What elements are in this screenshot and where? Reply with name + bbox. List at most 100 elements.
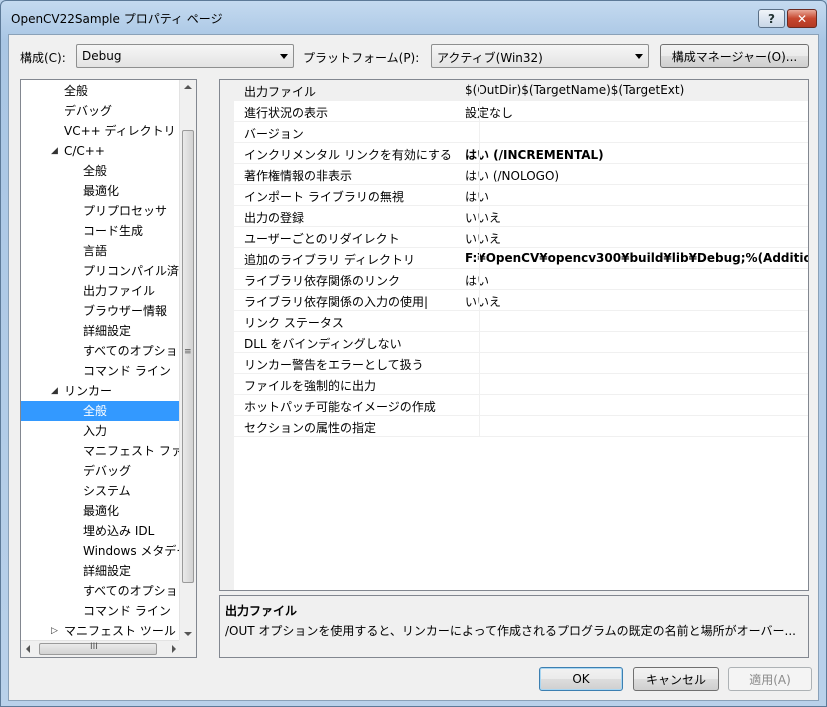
tree-item[interactable]: コマンド ライン xyxy=(21,361,186,381)
property-value[interactable]: F:¥OpenCV¥opencv300¥build¥lib¥Debug;%(Ad… xyxy=(465,251,808,265)
platform-value: アクティブ(Win32) xyxy=(437,51,543,65)
property-row[interactable]: 出力ファイル $(OutDir)$(TargetName)$(TargetExt) xyxy=(234,80,808,101)
tree-hscroll-thumb[interactable]: III xyxy=(39,642,157,655)
property-row[interactable]: ライブラリ依存関係の入力の使用| いいえ xyxy=(234,290,808,311)
property-row[interactable]: ホットパッチ可能なイメージの作成 xyxy=(234,395,808,416)
collapse-arrow-icon[interactable]: ◢ xyxy=(51,141,58,161)
close-button[interactable]: ✕ xyxy=(787,9,817,28)
close-icon: ✕ xyxy=(796,11,808,26)
scroll-down-icon[interactable] xyxy=(184,632,192,636)
description-panel: 出力ファイル /OUT オプションを使用すると、リンカーによって作成されるプログ… xyxy=(219,595,809,658)
property-row[interactable]: インクリメンタル リンクを有効にする はい (/INCREMENTAL) xyxy=(234,143,808,164)
category-tree[interactable]: 全般 デバッグ VC++ ディレクトリ ◢ C/C++ 全般 最適化 プリプロセッサ コード生成… xyxy=(20,79,197,658)
tree-item[interactable]: 詳細設定 xyxy=(21,321,186,341)
property-row[interactable]: 追加のライブラリ ディレクトリ F:¥OpenCV¥opencv300¥build… xyxy=(234,248,808,269)
description-text: /OUT オプションを使用すると、リンカーによって作成されるプログラムの既定の名… xyxy=(225,624,796,638)
tree-item[interactable]: システム xyxy=(21,481,186,501)
tree-item[interactable]: 最適化 xyxy=(21,181,186,201)
tree-item[interactable]: コード生成 xyxy=(21,221,186,241)
collapse-arrow-icon[interactable]: ◢ xyxy=(51,381,58,401)
property-row[interactable]: リンカー警告をエラーとして扱う xyxy=(234,353,808,374)
property-row[interactable]: ファイルを強制的に出力 xyxy=(234,374,808,395)
property-row[interactable]: 進行状況の表示 設定なし xyxy=(234,101,808,122)
tree-item[interactable]: デバッグ xyxy=(21,101,186,121)
grip-icon: ≡ xyxy=(184,347,192,357)
property-value[interactable]: いいえ xyxy=(465,209,501,226)
tree-item[interactable]: Windows メタデータ xyxy=(21,541,196,561)
tree-item-label: 言語 xyxy=(83,244,108,258)
config-combo[interactable]: Debug xyxy=(76,44,294,68)
property-name: ユーザーごとのリダイレクト xyxy=(244,232,400,246)
title-bar[interactable]: OpenCV22Sample プロパティ ページ ? ✕ xyxy=(1,1,826,33)
property-row[interactable]: インポート ライブラリの無視 はい xyxy=(234,185,808,206)
tree-vertical-scrollbar[interactable]: ≡ xyxy=(179,80,196,641)
property-value[interactable]: 設定なし xyxy=(465,104,513,121)
apply-button[interactable]: 適用(A) xyxy=(728,667,812,691)
tree-vscroll-thumb[interactable]: ≡ xyxy=(182,130,194,583)
property-row[interactable]: 著作権情報の非表示 はい (/NOLOGO) xyxy=(234,164,808,185)
property-name: 追加のライブラリ ディレクトリ xyxy=(244,253,415,267)
tree-item[interactable]: プリコンパイル済み xyxy=(21,261,191,281)
property-name: DLL をバインディングしない xyxy=(244,337,402,351)
tree-item[interactable]: 全般 xyxy=(21,161,186,181)
platform-combo[interactable]: アクティブ(Win32) xyxy=(431,44,649,68)
property-name: 著作権情報の非表示 xyxy=(244,169,353,183)
property-grid[interactable]: 出力ファイル $(OutDir)$(TargetName)$(TargetExt)… xyxy=(219,79,809,591)
tree-item[interactable]: プリプロセッサ xyxy=(21,201,186,221)
tree-item[interactable]: 出力ファイル xyxy=(21,281,186,301)
tree-item[interactable]: 入力 xyxy=(21,421,186,441)
tree-item[interactable]: 全般 xyxy=(21,81,186,101)
tree-item-label: すべてのオプション xyxy=(83,344,190,358)
tree-item[interactable]: 言語 xyxy=(21,241,186,261)
cancel-button[interactable]: キャンセル xyxy=(633,667,719,691)
property-name: リンク ステータス xyxy=(244,316,344,330)
tree-item-label: プリコンパイル済み xyxy=(83,264,192,278)
tree-item[interactable]: 最適化 xyxy=(21,501,186,521)
chevron-down-icon xyxy=(280,54,288,59)
config-value: Debug xyxy=(82,49,122,63)
help-button[interactable]: ? xyxy=(758,9,785,28)
property-value[interactable]: $(OutDir)$(TargetName)$(TargetExt) xyxy=(465,83,684,97)
grid-gutter xyxy=(220,80,234,590)
scroll-up-icon[interactable] xyxy=(184,85,192,89)
property-value[interactable]: はい xyxy=(465,272,489,289)
tree-item[interactable]: ◢ C/C++ xyxy=(21,141,186,161)
scroll-right-icon[interactable] xyxy=(172,645,176,653)
description-title: 出力ファイル xyxy=(225,604,298,618)
tree-horizontal-scrollbar[interactable]: III xyxy=(21,640,181,657)
property-row[interactable]: セクションの属性の指定 xyxy=(234,416,808,437)
property-row[interactable]: ライブラリ依存関係のリンク はい xyxy=(234,269,808,290)
tree-item[interactable]: ブラウザー情報 xyxy=(21,301,186,321)
property-value[interactable]: はい xyxy=(465,188,489,205)
expand-arrow-icon[interactable]: ▷ xyxy=(51,621,58,641)
scroll-left-icon[interactable] xyxy=(26,645,30,653)
column-splitter[interactable] xyxy=(479,80,480,436)
tree-item-label: 入力 xyxy=(83,424,108,438)
property-value[interactable]: いいえ xyxy=(465,293,501,310)
tree-item[interactable]: コマンド ライン xyxy=(21,601,186,621)
property-row[interactable]: ユーザーごとのリダイレクト いいえ xyxy=(234,227,808,248)
ok-button[interactable]: OK xyxy=(539,667,623,691)
tree-item[interactable]: マニフェスト ファイル xyxy=(21,441,196,461)
tree-item[interactable]: 詳細設定 xyxy=(21,561,186,581)
property-value[interactable]: いいえ xyxy=(465,230,501,247)
scrollbar-corner xyxy=(179,640,196,657)
tree-item[interactable]: すべてのオプション xyxy=(21,581,190,601)
property-row[interactable]: 出力の登録 いいえ xyxy=(234,206,808,227)
property-row[interactable]: バージョン xyxy=(234,122,808,143)
tree-item[interactable]: デバッグ xyxy=(21,461,186,481)
tree-item[interactable]: VC++ ディレクトリ xyxy=(21,121,186,141)
tree-item-label: マニフェスト ツール xyxy=(64,624,176,638)
tree-item[interactable]: 埋め込み IDL xyxy=(21,521,186,541)
grip-icon: III xyxy=(90,642,98,652)
property-value[interactable]: はい (/INCREMENTAL) xyxy=(465,146,604,163)
tree-item[interactable]: ◢ リンカー xyxy=(21,381,186,401)
property-row[interactable]: リンク ステータス xyxy=(234,311,808,332)
tree-item[interactable]: すべてのオプション xyxy=(21,341,190,361)
property-row[interactable]: DLL をバインディングしない xyxy=(234,332,808,353)
properties-window: OpenCV22Sample プロパティ ページ ? ✕ 構成(C): Debu… xyxy=(0,0,827,707)
property-name: 進行状況の表示 xyxy=(244,106,329,120)
tree-item[interactable]: 全般 xyxy=(21,401,186,421)
config-manager-button[interactable]: 構成マネージャー(O)... xyxy=(660,44,809,68)
tree-item[interactable]: ▷ マニフェスト ツール xyxy=(21,621,186,641)
